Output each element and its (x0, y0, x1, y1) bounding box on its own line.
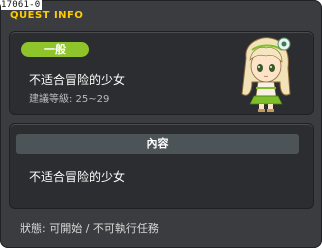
quest-status: 狀態: 可開始 / 不可執行任務 (20, 222, 159, 235)
quest-summary-panel: 一般 不适合冒险的少女 建議等級: 25~29 (9, 31, 314, 115)
content-text: 不适合冒险的少女 (29, 170, 126, 184)
quest-info-window: QUEST INFO 一般 不适合冒险的少女 建議等級: 25~29 內容 不适… (0, 0, 322, 248)
content-header: 內容 (16, 134, 299, 154)
corner-id-label: 17061-0 (1, 0, 43, 10)
quest-category-badge: 一般 (21, 42, 89, 57)
girl-npc-portrait-icon (241, 37, 291, 112)
window-title: QUEST INFO (10, 10, 84, 21)
recommended-level: 建議等級: 25~29 (29, 94, 110, 105)
quest-content-panel: 內容 不适合冒险的少女 (9, 123, 314, 209)
quest-name: 不适合冒险的少女 (29, 73, 126, 87)
